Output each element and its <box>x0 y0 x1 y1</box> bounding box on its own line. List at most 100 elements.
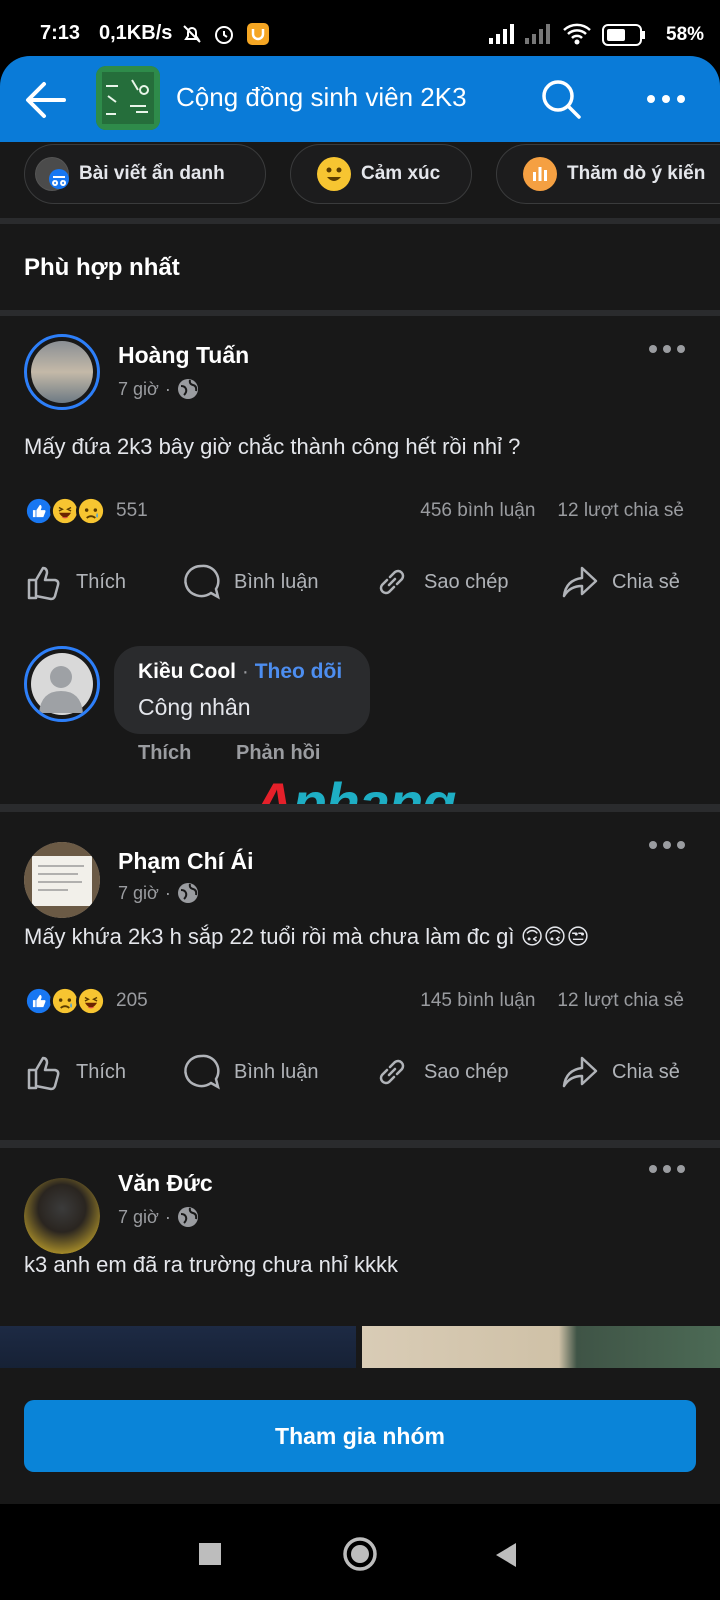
comment-bubble-icon <box>184 1054 220 1090</box>
group-avatar[interactable] <box>96 66 160 130</box>
reaction-count: 205 <box>116 990 148 1011</box>
sort-title[interactable]: Phù hợp nhất <box>24 254 180 282</box>
chip-label: Thăm dò ý kiến <box>567 163 706 184</box>
search-icon[interactable] <box>540 78 582 120</box>
avatar[interactable] <box>24 1178 100 1254</box>
comment-like-button[interactable]: Thích <box>138 742 191 765</box>
post-meta: 7 giờ · <box>118 882 199 904</box>
comment-count[interactable]: 145 bình luận <box>420 990 535 1012</box>
like-button[interactable]: Thích <box>24 562 126 602</box>
copy-button[interactable]: Sao chép <box>372 1052 509 1092</box>
post-author[interactable]: Hoàng Tuấn <box>118 342 249 369</box>
battery-icon <box>602 24 645 46</box>
post-meta: 7 giờ · <box>118 1206 199 1228</box>
share-arrow-icon <box>562 1056 598 1088</box>
post-author[interactable]: Phạm Chí Ái <box>118 848 253 875</box>
comment-author-line: Kiều Cool · Theo dõi <box>138 660 342 684</box>
back-nav-icon[interactable] <box>494 1542 518 1568</box>
comment-button[interactable]: Bình luận <box>182 1052 319 1092</box>
reaction-count: 551 <box>116 500 148 521</box>
post-menu-icon[interactable] <box>648 342 686 356</box>
post-image[interactable] <box>362 1326 720 1368</box>
comment-bubble-icon <box>184 564 220 600</box>
chalkboard-image <box>96 66 160 130</box>
link-icon <box>379 1059 405 1085</box>
chip-label: Cảm xúc <box>361 163 441 184</box>
link-icon <box>379 569 405 595</box>
more-options-icon[interactable] <box>645 84 687 114</box>
sort-section: Phù hợp nhất <box>0 224 720 310</box>
comment-bubble[interactable]: Kiều Cool · Theo dõi Công nhân <box>114 646 370 734</box>
share-arrow-icon <box>562 566 598 598</box>
share-button[interactable]: Chia sẻ <box>560 562 680 602</box>
share-count[interactable]: 12 lượt chia sẻ <box>557 990 684 1012</box>
post-card: Phạm Chí Ái 7 giờ · Mấy khứa 2k3 h sắp 2… <box>0 812 720 1140</box>
join-group-button[interactable]: Tham gia nhóm <box>24 1400 696 1472</box>
default-user-icon <box>39 666 83 713</box>
signal-2-icon <box>525 24 550 44</box>
copy-button[interactable]: Sao chép <box>372 562 509 602</box>
alarm-icon <box>215 26 233 44</box>
divider <box>0 804 720 812</box>
reaction-summary[interactable]: 205 <box>24 986 148 1016</box>
status-bar: 7:13 0,1KB/s 58% <box>0 0 720 56</box>
post-text: Mấy khứa 2k3 h sắp 22 tuổi rồi mà chưa l… <box>24 924 590 949</box>
post-card: Văn Đức 7 giờ · k3 anh em đã ra trường c… <box>0 1148 720 1326</box>
post-author[interactable]: Văn Đức <box>118 1170 213 1197</box>
reaction-summary[interactable]: 551 <box>24 496 148 526</box>
signal-icon <box>489 24 514 44</box>
post-menu-icon[interactable] <box>648 1162 686 1176</box>
group-title: Cộng đồng sinh viên 2K3 <box>176 82 467 112</box>
comment-author[interactable]: Kiều Cool <box>138 660 236 683</box>
avatar[interactable] <box>24 334 100 410</box>
note-photo <box>24 842 100 918</box>
chip-anonymous-post[interactable]: Bài viết ẩn danh <box>24 144 266 204</box>
recent-apps-icon[interactable] <box>198 1542 222 1566</box>
haha-reaction-icon <box>76 986 106 1016</box>
post-text: k3 anh em đã ra trường chưa nhỉ kkkk <box>24 1252 399 1277</box>
commenter-avatar[interactable] <box>24 646 100 722</box>
post-image[interactable] <box>0 1326 356 1368</box>
post-time: 7 giờ <box>118 378 159 399</box>
thumbs-up-icon <box>27 1056 60 1091</box>
post-actions: Thích Bình luận Sao chép Chia sẻ <box>0 562 720 612</box>
action-label: Chia sẻ <box>612 1060 680 1083</box>
action-label: Thích <box>76 1060 127 1083</box>
app-header: Cộng đồng sinh viên 2K3 <box>0 56 720 142</box>
action-label: Sao chép <box>424 1060 509 1083</box>
post-actions: Thích Bình luận Sao chép Chia sẻ <box>0 1052 720 1102</box>
comment-reply-button[interactable]: Phản hồi <box>236 742 320 765</box>
comment-button[interactable]: Bình luận <box>182 562 319 602</box>
globe-icon <box>177 379 198 399</box>
join-bar: Tham gia nhóm <box>0 1368 720 1504</box>
thumbs-up-icon <box>27 566 60 601</box>
smiley-icon <box>317 157 351 191</box>
post-stats: 456 bình luận 12 lượt chia sẻ <box>420 500 684 522</box>
back-arrow-icon[interactable] <box>22 78 70 122</box>
like-button[interactable]: Thích <box>24 1052 126 1092</box>
action-label: Thích <box>76 570 127 593</box>
chip-poll[interactable]: Thăm dò ý kiến <box>496 144 720 204</box>
meta-dot: · <box>164 882 171 903</box>
action-label: Bình luận <box>234 570 319 593</box>
comment-dot: · <box>241 660 249 683</box>
mute-bell-icon <box>183 25 201 43</box>
follow-link[interactable]: Theo dõi <box>255 660 343 683</box>
share-count[interactable]: 12 lượt chia sẻ <box>557 500 684 522</box>
home-icon[interactable] <box>342 1536 378 1572</box>
comment-count[interactable]: 456 bình luận <box>420 500 535 522</box>
status-time: 7:13 <box>40 22 81 44</box>
post-stats: 145 bình luận 12 lượt chia sẻ <box>420 990 684 1012</box>
battery-percent: 58% <box>666 24 705 45</box>
chip-feeling[interactable]: Cảm xúc <box>290 144 472 204</box>
post-meta: 7 giờ · <box>118 378 199 400</box>
share-button[interactable]: Chia sẻ <box>560 1052 680 1092</box>
post-menu-icon[interactable] <box>648 838 686 852</box>
action-label: Chia sẻ <box>612 570 680 593</box>
avatar[interactable] <box>24 842 100 918</box>
post-type-chips: Bài viết ẩn danh Cảm xúc Thăm dò ý kiến <box>0 142 720 218</box>
action-label: Sao chép <box>424 570 509 593</box>
action-label: Bình luận <box>234 1060 319 1083</box>
network-speed: 0,1KB/s <box>99 22 173 44</box>
divider <box>0 1140 720 1148</box>
